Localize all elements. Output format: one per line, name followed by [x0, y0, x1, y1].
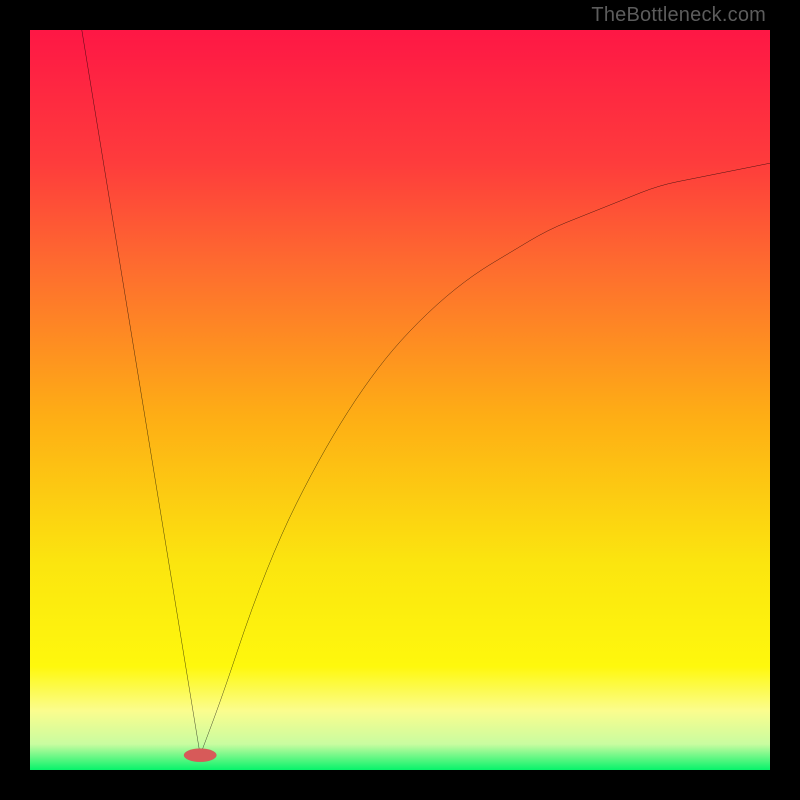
gradient-background	[30, 30, 770, 770]
watermark-text: TheBottleneck.com	[591, 4, 766, 27]
plot-area	[30, 30, 770, 770]
chart-frame: TheBottleneck.com	[0, 0, 800, 800]
chart-svg	[30, 30, 770, 770]
minimum-marker	[184, 749, 217, 762]
